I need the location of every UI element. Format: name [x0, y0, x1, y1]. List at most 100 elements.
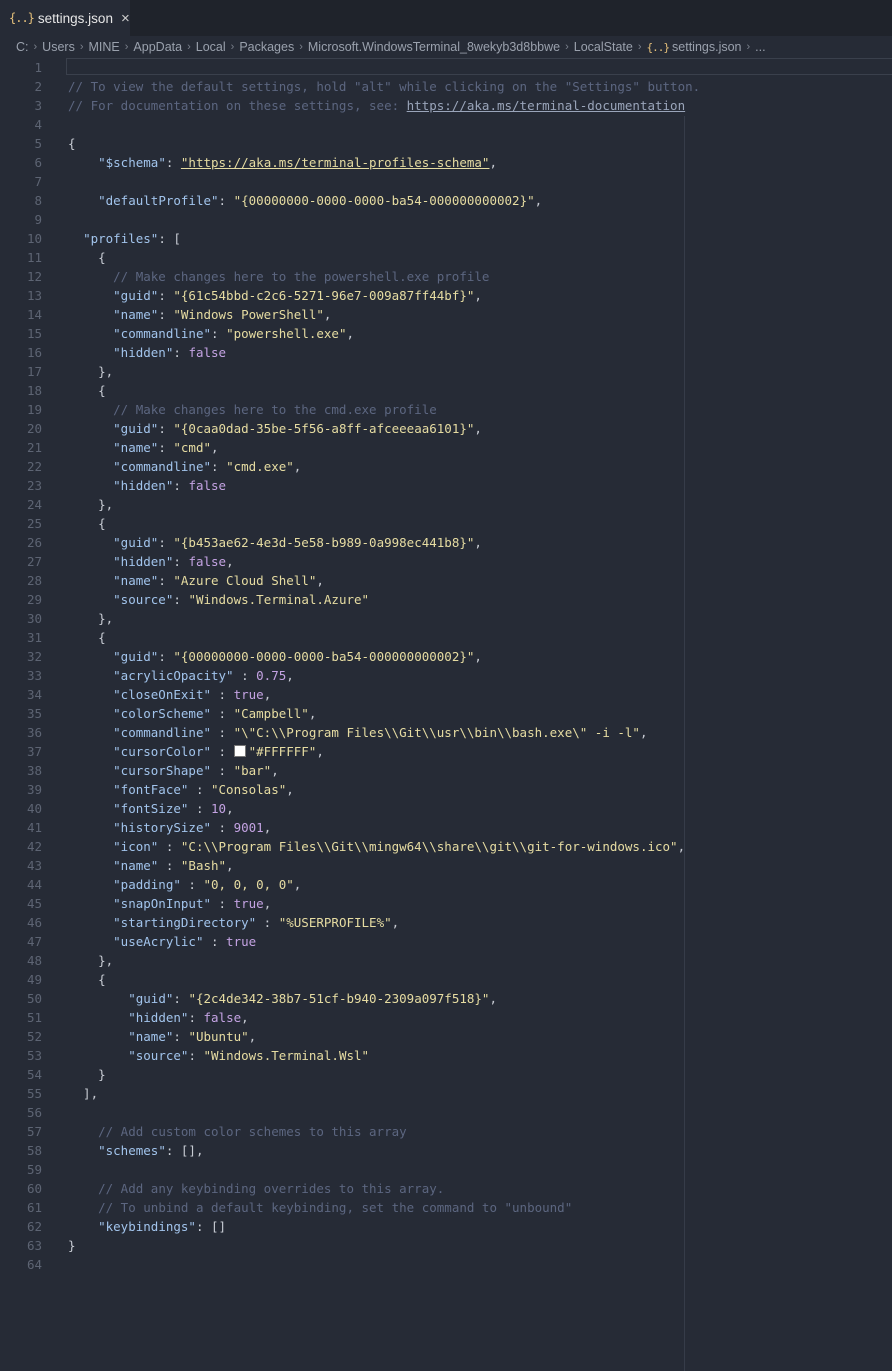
code-line[interactable]: 5{: [0, 134, 892, 153]
code-line[interactable]: 49 {: [0, 970, 892, 989]
code-line[interactable]: 61 // To unbind a default keybinding, se…: [0, 1198, 892, 1217]
code-line[interactable]: 64: [0, 1255, 892, 1274]
code-line[interactable]: 34 "closeOnExit" : true,: [0, 685, 892, 704]
code-line[interactable]: 13 "guid": "{61c54bbd-c2c6-5271-96e7-009…: [0, 286, 892, 305]
close-icon[interactable]: ×: [121, 10, 130, 27]
code-line[interactable]: 12 // Make changes here to the powershel…: [0, 267, 892, 286]
code-line[interactable]: 36 "commandline" : "\"C:\\Program Files\…: [0, 723, 892, 742]
line-code: "guid": "{0caa0dad-35be-5f56-a8ff-afceee…: [42, 419, 892, 438]
code-line[interactable]: 39 "fontFace" : "Consolas",: [0, 780, 892, 799]
code-line[interactable]: 45 "snapOnInput" : true,: [0, 894, 892, 913]
code-line[interactable]: 57 // Add custom color schemes to this a…: [0, 1122, 892, 1141]
code-line[interactable]: 6 "$schema": "https://aka.ms/terminal-pr…: [0, 153, 892, 172]
line-number: 5: [34, 136, 42, 151]
token-pun: [68, 288, 113, 303]
token-pun: [68, 820, 113, 835]
code-line[interactable]: 60 // Add any keybinding overrides to th…: [0, 1179, 892, 1198]
tab-settings-json[interactable]: {..} settings.json ×: [0, 0, 130, 36]
token-num: 10: [211, 801, 227, 816]
code-line[interactable]: 43 "name" : "Bash",: [0, 856, 892, 875]
token-com: // Add custom color schemes to this arra…: [98, 1124, 407, 1139]
breadcrumb-segment[interactable]: Local: [196, 40, 226, 54]
code-line[interactable]: 22 "commandline": "cmd.exe",: [0, 457, 892, 476]
breadcrumb-segment[interactable]: MINE: [89, 40, 120, 54]
code-line[interactable]: 18 {: [0, 381, 892, 400]
token-str: "%USERPROFILE%": [278, 915, 392, 930]
code-line[interactable]: 37 "cursorColor" : "#FFFFFF",: [0, 742, 892, 761]
code-line[interactable]: 7: [0, 172, 892, 191]
code-line[interactable]: 54 }: [0, 1065, 892, 1084]
breadcrumb-segment[interactable]: C:: [16, 40, 29, 54]
code-line[interactable]: 20 "guid": "{0caa0dad-35be-5f56-a8ff-afc…: [0, 419, 892, 438]
line-number: 51: [26, 1010, 42, 1025]
code-line[interactable]: 16 "hidden": false: [0, 343, 892, 362]
code-line[interactable]: 62 "keybindings": []: [0, 1217, 892, 1236]
code-line[interactable]: 58 "schemes": [],: [0, 1141, 892, 1160]
code-line[interactable]: 2 // To view the default settings, hold "…: [0, 77, 892, 96]
token-str: "powershell.exe": [226, 326, 347, 341]
breadcrumb-segment[interactable]: Microsoft.WindowsTerminal_8wekyb3d8bbwe: [308, 40, 560, 54]
breadcrumb-segment[interactable]: Packages: [239, 40, 294, 54]
breadcrumb-segment[interactable]: ...: [755, 40, 765, 54]
code-line[interactable]: 44 "padding" : "0, 0, 0, 0",: [0, 875, 892, 894]
code-line[interactable]: 32 "guid": "{00000000-0000-0000-ba54-000…: [0, 647, 892, 666]
code-line[interactable]: 40 "fontSize" : 10,: [0, 799, 892, 818]
code-line[interactable]: 9: [0, 210, 892, 229]
code-line[interactable]: 59: [0, 1160, 892, 1179]
line-code: {: [42, 248, 892, 267]
code-line[interactable]: 23 "hidden": false: [0, 476, 892, 495]
code-line[interactable]: 28 "name": "Azure Cloud Shell",: [0, 571, 892, 590]
token-pun: [68, 459, 113, 474]
breadcrumb-segment[interactable]: Users: [42, 40, 75, 54]
code-line[interactable]: 21 "name": "cmd",: [0, 438, 892, 457]
code-line[interactable]: 26 "guid": "{b453ae62-4e3d-5e58-b989-0a9…: [0, 533, 892, 552]
color-swatch-icon[interactable]: [233, 745, 246, 757]
chevron-right-icon: ›: [746, 41, 751, 53]
code-line[interactable]: 29 "source": "Windows.Terminal.Azure": [0, 590, 892, 609]
token-key: "guid": [113, 649, 159, 664]
code-line[interactable]: 19 // Make changes here to the cmd.exe p…: [0, 400, 892, 419]
breadcrumb-segment[interactable]: AppData: [133, 40, 182, 54]
token-str: "bar": [233, 763, 272, 778]
token-pun: [68, 326, 113, 341]
code-line[interactable]: 35 "colorScheme" : "Campbell",: [0, 704, 892, 723]
code-line[interactable]: 27 "hidden": false,: [0, 552, 892, 571]
code-line[interactable]: 30 },: [0, 609, 892, 628]
code-line[interactable]: 47 "useAcrylic" : true: [0, 932, 892, 951]
code-line[interactable]: 31 {: [0, 628, 892, 647]
code-line[interactable]: 55 ],: [0, 1084, 892, 1103]
breadcrumb-segment[interactable]: LocalState: [574, 40, 633, 54]
token-pun: [68, 877, 113, 892]
code-line[interactable]: 42 "icon" : "C:\\Program Files\\Git\\min…: [0, 837, 892, 856]
code-line[interactable]: 51 "hidden": false,: [0, 1008, 892, 1027]
code-line[interactable]: 24 },: [0, 495, 892, 514]
token-pun: [68, 193, 98, 208]
code-line[interactable]: 41 "historySize" : 9001,: [0, 818, 892, 837]
code-line[interactable]: 56: [0, 1103, 892, 1122]
token-str: "\"C:\\Program Files\\Git\\usr\\bin\\bas…: [233, 725, 640, 740]
code-line[interactable]: 46 "startingDirectory" : "%USERPROFILE%"…: [0, 913, 892, 932]
code-line[interactable]: 3 // For documentation on these settings,…: [0, 96, 892, 115]
code-line[interactable]: 52 "name": "Ubuntu",: [0, 1027, 892, 1046]
code-line[interactable]: 1: [0, 58, 892, 77]
code-line[interactable]: 38 "cursorShape" : "bar",: [0, 761, 892, 780]
token-str: "Windows.Terminal.Wsl": [203, 1048, 370, 1063]
code-line[interactable]: 17 },: [0, 362, 892, 381]
code-editor[interactable]: 1 2// To view the default settings, hold …: [0, 58, 892, 1371]
code-line[interactable]: 14 "name": "Windows PowerShell",: [0, 305, 892, 324]
code-line[interactable]: 50 "guid": "{2c4de342-38b7-51cf-b940-230…: [0, 989, 892, 1008]
line-number: 32: [26, 649, 42, 664]
code-line[interactable]: 11 {: [0, 248, 892, 267]
chevron-right-icon: ›: [187, 41, 191, 53]
code-line[interactable]: 25 {: [0, 514, 892, 533]
code-line[interactable]: 53 "source": "Windows.Terminal.Wsl": [0, 1046, 892, 1065]
code-line[interactable]: 8 "defaultProfile": "{00000000-0000-0000…: [0, 191, 892, 210]
code-line[interactable]: 48 },: [0, 951, 892, 970]
code-line[interactable]: 15 "commandline": "powershell.exe",: [0, 324, 892, 343]
token-key: "guid": [113, 535, 159, 550]
code-line[interactable]: 33 "acrylicOpacity" : 0.75,: [0, 666, 892, 685]
breadcrumb-segment[interactable]: settings.json: [672, 40, 741, 54]
code-line[interactable]: 63}: [0, 1236, 892, 1255]
code-line[interactable]: 4: [0, 115, 892, 134]
code-line[interactable]: 10 "profiles": [: [0, 229, 892, 248]
